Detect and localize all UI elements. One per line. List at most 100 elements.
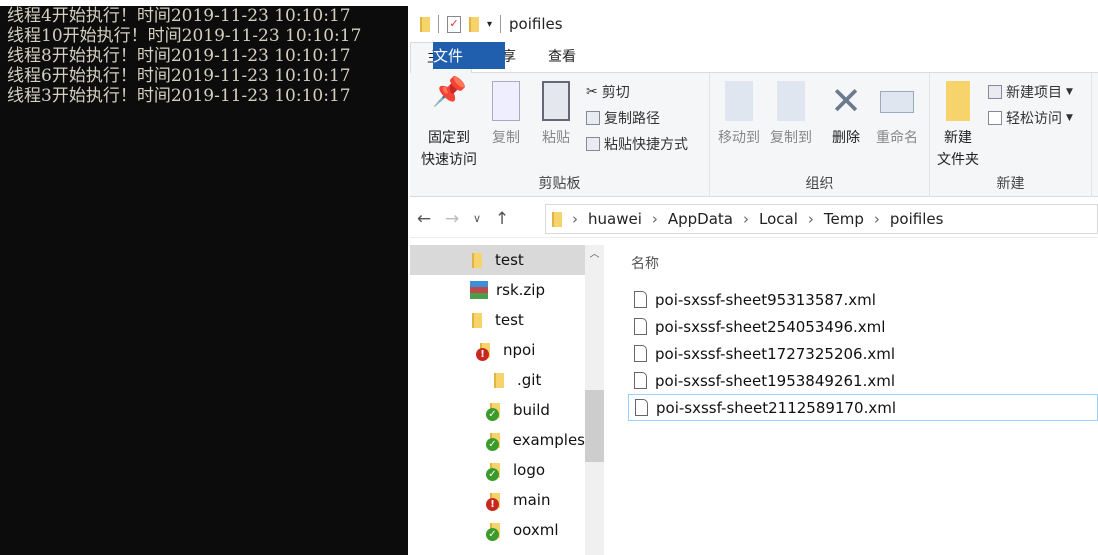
- xml-file-icon: [635, 399, 648, 416]
- copy-path-icon: [586, 111, 600, 125]
- move-to-button[interactable]: 移动到: [714, 81, 764, 149]
- paste-button[interactable]: 粘贴: [536, 81, 576, 149]
- tree-item-label: test: [495, 251, 524, 269]
- folder-icon: ✓: [486, 522, 500, 541]
- new-folder-icon: [946, 81, 970, 121]
- copy-to-icon: [777, 81, 805, 121]
- breadcrumb-temp[interactable]: Temp: [824, 210, 864, 228]
- tab-view[interactable]: 查看: [532, 42, 592, 72]
- tree-item-label: test: [495, 311, 524, 329]
- new-item-button[interactable]: 新建项目 ▼: [988, 82, 1073, 102]
- up-icon[interactable]: ↑: [488, 209, 516, 229]
- easy-access-button[interactable]: 轻松访问 ▼: [988, 108, 1073, 128]
- tree-item-label: logo: [513, 461, 546, 479]
- column-header-name[interactable]: 名称: [631, 253, 659, 273]
- file-list: 名称 poi-sxssf-sheet95313587.xml poi-sxssf-…: [605, 245, 1098, 555]
- tree-item-label: ooxml: [513, 521, 559, 539]
- pin-quick-access-button[interactable]: 📌 固定到 快速访问: [416, 75, 482, 171]
- file-explorer-window: ✓ ▾ poifiles 文件 主页 共享 查看 📌固定到 快速访问 复制 粘贴…: [410, 0, 1098, 555]
- folder-icon: [472, 252, 482, 268]
- tree-item-label: build: [513, 401, 550, 419]
- new-group: 新建 文件夹 新建项目 ▼ 轻松访问 ▼ 新建: [930, 73, 1092, 197]
- tree-item[interactable]: test: [410, 245, 585, 275]
- xml-file-icon: [634, 318, 647, 335]
- copy-path-button[interactable]: 复制路径: [586, 108, 660, 128]
- svn-ok-badge-icon: ✓: [486, 437, 499, 451]
- back-icon[interactable]: ←: [410, 209, 438, 229]
- file-item[interactable]: poi-sxssf-sheet254053496.xml: [628, 313, 1098, 340]
- svn-ok-badge-icon: ✓: [486, 527, 499, 541]
- file-item[interactable]: poi-sxssf-sheet2112589170.xml: [628, 394, 1098, 421]
- tree-item-label: main: [513, 491, 551, 509]
- folder-icon: [494, 372, 504, 388]
- move-to-icon: [725, 81, 753, 121]
- properties-icon[interactable]: ✓: [447, 15, 461, 33]
- xml-file-icon: [634, 372, 647, 389]
- breadcrumb-huawei[interactable]: huawei: [588, 210, 642, 228]
- clipboard-group: 📌 固定到 快速访问 复制 粘贴 ✂ 剪切 复制路径 粘贴快捷方式 剪贴板: [410, 73, 710, 197]
- tree-item[interactable]: rsk.zip: [410, 275, 585, 305]
- file-name: poi-sxssf-sheet95313587.xml: [655, 290, 876, 309]
- copy-button[interactable]: 复制: [486, 81, 526, 149]
- breadcrumb-appdata[interactable]: AppData: [668, 210, 733, 228]
- new-folder-button[interactable]: 新建 文件夹: [934, 81, 982, 171]
- forward-icon[interactable]: →: [438, 209, 466, 229]
- ribbon: 📌 固定到 快速访问 复制 粘贴 ✂ 剪切 复制路径 粘贴快捷方式 剪贴板 移动到 …: [410, 73, 1098, 197]
- tree-item-label: examples: [512, 431, 585, 449]
- pin-icon: 📌: [432, 75, 467, 108]
- console-line: 线程6开始执行！时间2019-11-23 10:10:17: [7, 66, 351, 86]
- breadcrumb-poifiles[interactable]: poifiles: [890, 210, 944, 228]
- tree-item[interactable]: ✓ build: [410, 395, 585, 425]
- quick-access-dropdown-icon[interactable]: ▾: [487, 19, 492, 30]
- paste-shortcut-icon: [586, 137, 600, 151]
- file-item[interactable]: poi-sxssf-sheet1727325206.xml: [628, 340, 1098, 367]
- clipboard-group-label: 剪贴板: [538, 176, 581, 192]
- breadcrumb-local[interactable]: Local: [759, 210, 798, 228]
- file-name: poi-sxssf-sheet254053496.xml: [655, 317, 886, 336]
- tree-item[interactable]: ! main: [410, 485, 585, 515]
- tree-item[interactable]: .git: [410, 365, 585, 395]
- file-item[interactable]: poi-sxssf-sheet1953849261.xml: [628, 367, 1098, 394]
- svn-error-badge-icon: !: [486, 497, 499, 511]
- tree-item[interactable]: ✓ logo: [410, 455, 585, 485]
- tree-item-label: .git: [517, 371, 542, 389]
- navigation-bar: ← → ∨ ↑ › huawei › AppData › Local › Temp › p…: [410, 200, 1098, 238]
- tree-item[interactable]: ! npoi: [410, 335, 585, 365]
- tree-item[interactable]: test: [410, 305, 585, 335]
- scrollbar-thumb[interactable]: [585, 390, 604, 462]
- easy-access-icon: [988, 111, 1002, 125]
- nav-scrollbar[interactable]: ︿: [585, 245, 604, 555]
- copy-icon: [492, 81, 520, 121]
- delete-x-icon: ✕: [830, 79, 862, 123]
- folder-icon: !: [476, 342, 490, 361]
- new-group-label: 新建: [996, 176, 1025, 192]
- console-line: 线程8开始执行！时间2019-11-23 10:10:17: [7, 46, 351, 66]
- navigation-pane: test rsk.zip test! npoi .git ✓ build ✓ examples ✓…: [410, 245, 585, 555]
- ribbon-tabs: 文件 主页 共享 查看: [410, 42, 1098, 74]
- xml-file-icon: [634, 291, 647, 308]
- copy-to-button[interactable]: 复制到: [766, 81, 816, 149]
- recent-locations-icon[interactable]: ∨: [466, 212, 488, 225]
- zip-archive-icon: [470, 281, 488, 299]
- folder-icon: ✓: [486, 402, 500, 421]
- console-line: 线程4开始执行！时间2019-11-23 10:10:17: [7, 6, 351, 26]
- title-bar: ✓ ▾ poifiles: [410, 8, 1098, 40]
- tab-file[interactable]: 文件: [433, 42, 505, 69]
- folder-icon: [472, 312, 482, 328]
- tree-item[interactable]: ✓ ooxml: [410, 515, 585, 545]
- delete-button[interactable]: ✕ 删除: [826, 81, 866, 149]
- clipboard-icon: [542, 81, 570, 121]
- tree-item[interactable]: ✓ examples: [410, 425, 585, 455]
- console-line: 线程3开始执行！时间2019-11-23 10:10:17: [7, 86, 351, 106]
- paste-shortcut-button[interactable]: 粘贴快捷方式: [586, 134, 688, 154]
- organize-group: 移动到 复制到 ✕ 删除 重命名 组织: [710, 73, 930, 197]
- folder-icon: ✓: [486, 462, 500, 481]
- cut-button[interactable]: ✂ 剪切: [586, 82, 630, 102]
- svn-ok-badge-icon: ✓: [486, 467, 499, 481]
- file-item[interactable]: poi-sxssf-sheet95313587.xml: [628, 286, 1098, 313]
- scissors-icon: ✂: [586, 84, 598, 100]
- address-bar[interactable]: › huawei › AppData › Local › Temp › poifiles: [545, 204, 1098, 234]
- new-folder-quick-icon[interactable]: [469, 16, 479, 32]
- rename-button[interactable]: 重命名: [872, 81, 922, 149]
- scroll-up-icon[interactable]: ︿: [585, 245, 604, 260]
